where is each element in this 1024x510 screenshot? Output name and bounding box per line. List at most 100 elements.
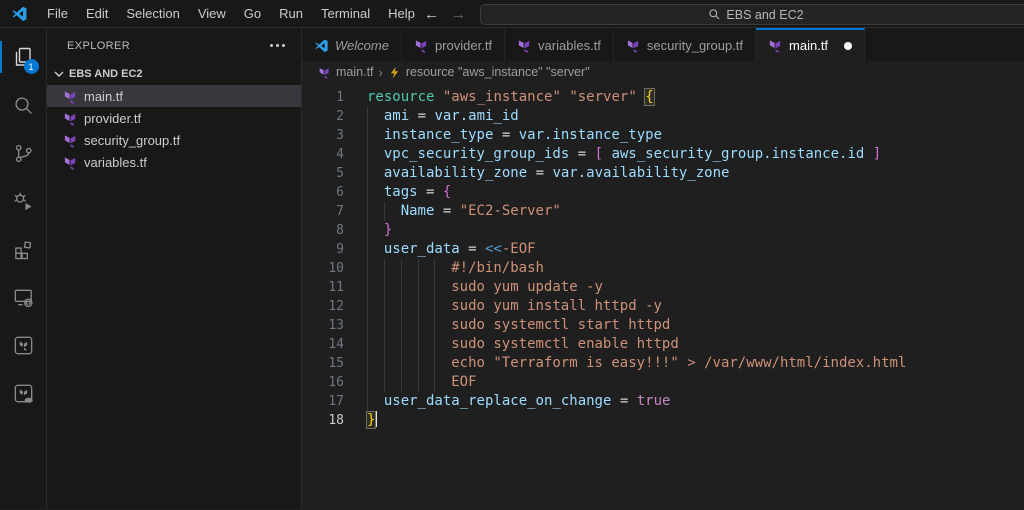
indent-guide — [434, 316, 451, 335]
code-line[interactable]: 11 sudo yum update -y — [302, 278, 1024, 297]
line-number[interactable]: 10 — [302, 259, 367, 278]
modified-dot-icon[interactable] — [844, 41, 853, 50]
breadcrumb-symbol[interactable]: resource "aws_instance" "server" — [406, 65, 590, 79]
search-value: EBS and EC2 — [726, 7, 804, 22]
menu-view[interactable]: View — [189, 2, 235, 25]
code-line[interactable]: 10 #!/bin/bash — [302, 259, 1024, 278]
indent-guide — [383, 278, 401, 297]
line-number[interactable]: 1 — [302, 88, 367, 107]
line-number[interactable]: 7 — [302, 202, 367, 221]
indent-guide — [367, 259, 384, 278]
menu-terminal[interactable]: Terminal — [312, 2, 379, 25]
line-number[interactable]: 18 — [302, 411, 367, 430]
tab-label: main.tf — [789, 38, 829, 53]
sidebar-item-provider.tf[interactable]: provider.tf — [47, 107, 301, 129]
menu-selection[interactable]: Selection — [117, 2, 188, 25]
line-number[interactable]: 11 — [302, 278, 367, 297]
sidebar-item-variables.tf[interactable]: variables.tf — [47, 151, 301, 173]
indent-guide — [367, 183, 384, 202]
indent-guide — [367, 240, 384, 259]
code-line[interactable]: 2 ami = var.ami_id — [302, 107, 1024, 126]
sidebar-item-main.tf[interactable]: main.tf — [47, 85, 301, 107]
line-number[interactable]: 15 — [302, 354, 367, 373]
code-line[interactable]: 6 tags = { — [302, 183, 1024, 202]
indent-guide — [383, 373, 401, 392]
line-number[interactable]: 6 — [302, 183, 367, 202]
file-name: main.tf — [84, 88, 124, 104]
breadcrumb: main.tf › resource "aws_instance" "serve… — [302, 61, 1024, 83]
indent-guide — [383, 316, 401, 335]
more-actions-icon[interactable] — [266, 40, 289, 51]
indent-guide — [367, 221, 384, 240]
line-content: vpc_security_group_ids = [ aws_security_… — [367, 145, 881, 164]
code-line[interactable]: 16 EOF — [302, 373, 1024, 392]
line-number[interactable]: 4 — [302, 145, 367, 164]
indent-guide — [417, 354, 435, 373]
activitybar-extensions[interactable] — [0, 225, 47, 273]
line-number[interactable]: 16 — [302, 373, 367, 392]
sidebar-item-security_group.tf[interactable]: security_group.tf — [47, 129, 301, 151]
indent-guide — [417, 278, 435, 297]
title-bar: File Edit Selection View Go Run Terminal Help ←… — [0, 0, 1024, 28]
tab-provider.tf[interactable]: provider.tf — [401, 28, 506, 61]
code-line[interactable]: 5 availability_zone = var.availability_zo… — [302, 164, 1024, 183]
line-number[interactable]: 17 — [302, 392, 367, 411]
indent-guide — [367, 335, 384, 354]
code-line[interactable]: 17 user_data_replace_on_change = true — [302, 392, 1024, 411]
tab-label: security_group.tf — [646, 38, 744, 53]
code-line[interactable]: 18} — [302, 411, 1024, 430]
terraform-file-icon — [64, 90, 76, 104]
indent-guide — [383, 297, 401, 316]
menu-run[interactable]: Run — [270, 2, 312, 25]
line-number[interactable]: 9 — [302, 240, 367, 259]
code-line[interactable]: 14 sudo systemctl enable httpd — [302, 335, 1024, 354]
line-number[interactable]: 12 — [302, 297, 367, 316]
line-number[interactable]: 8 — [302, 221, 367, 240]
arrow-forward-icon[interactable]: → — [451, 6, 466, 23]
activitybar-run-debug[interactable] — [0, 177, 47, 225]
tab-security_group.tf[interactable]: security_group.tf — [613, 28, 757, 61]
breadcrumb-file[interactable]: main.tf — [336, 65, 374, 79]
command-center-search[interactable]: EBS and EC2 — [480, 4, 1024, 25]
tab-main.tf[interactable]: main.tf — [756, 28, 866, 61]
indent-guide — [367, 278, 384, 297]
workspace-section-header[interactable]: EBS AND EC2 — [47, 63, 301, 85]
activitybar-search[interactable] — [0, 81, 47, 129]
activitybar-remote-explorer[interactable] — [0, 273, 47, 321]
code-editor[interactable]: 1 resource "aws_instance" "server" {2 ami … — [302, 83, 1024, 509]
tab-variables.tf[interactable]: variables.tf — [505, 28, 614, 61]
tab-label: variables.tf — [538, 38, 601, 53]
code-line[interactable]: 13 sudo systemctl start httpd — [302, 316, 1024, 335]
indent-guide — [367, 297, 384, 316]
menu-edit[interactable]: Edit — [77, 2, 117, 25]
line-number[interactable]: 13 — [302, 316, 367, 335]
code-line[interactable]: 8} — [302, 221, 1024, 240]
tab-Welcome[interactable]: Welcome — [302, 28, 402, 61]
indent-guide — [383, 354, 401, 373]
line-number[interactable]: 3 — [302, 126, 367, 145]
activitybar-terraform-cloud[interactable] — [0, 369, 47, 417]
code-line[interactable]: 12 sudo yum install httpd -y — [302, 297, 1024, 316]
menu-help[interactable]: Help — [379, 2, 424, 25]
code-line[interactable]: 9 user_data = <<-EOF — [302, 240, 1024, 259]
line-content: EOF — [367, 373, 477, 392]
code-line[interactable]: 4 vpc_security_group_ids = [ aws_security… — [302, 145, 1024, 164]
code-line[interactable]: 7 Name = "EC2-Server" — [302, 202, 1024, 221]
activitybar-explorer[interactable]: 1 — [0, 33, 47, 81]
menu-file[interactable]: File — [38, 2, 77, 25]
line-number[interactable]: 2 — [302, 107, 367, 126]
activitybar-source-control[interactable] — [0, 129, 47, 177]
activity-bar: 1 — [0, 28, 47, 509]
line-content: user_data_replace_on_change = true — [367, 392, 670, 411]
code-line[interactable]: 3 instance_type = var.instance_type — [302, 126, 1024, 145]
line-content: sudo systemctl enable httpd — [367, 335, 679, 354]
terraform-file-icon — [319, 67, 329, 79]
menu-go[interactable]: Go — [235, 2, 270, 25]
line-number[interactable]: 14 — [302, 335, 367, 354]
code-line[interactable]: 1 resource "aws_instance" "server" { — [302, 88, 1024, 107]
line-content: echo "Terraform is easy!!!" > /var/www/h… — [367, 354, 906, 373]
activitybar-terraform[interactable] — [0, 321, 47, 369]
code-line[interactable]: 15 echo "Terraform is easy!!!" > /var/www… — [302, 354, 1024, 373]
arrow-back-icon[interactable]: ← — [424, 6, 439, 23]
line-number[interactable]: 5 — [302, 164, 367, 183]
